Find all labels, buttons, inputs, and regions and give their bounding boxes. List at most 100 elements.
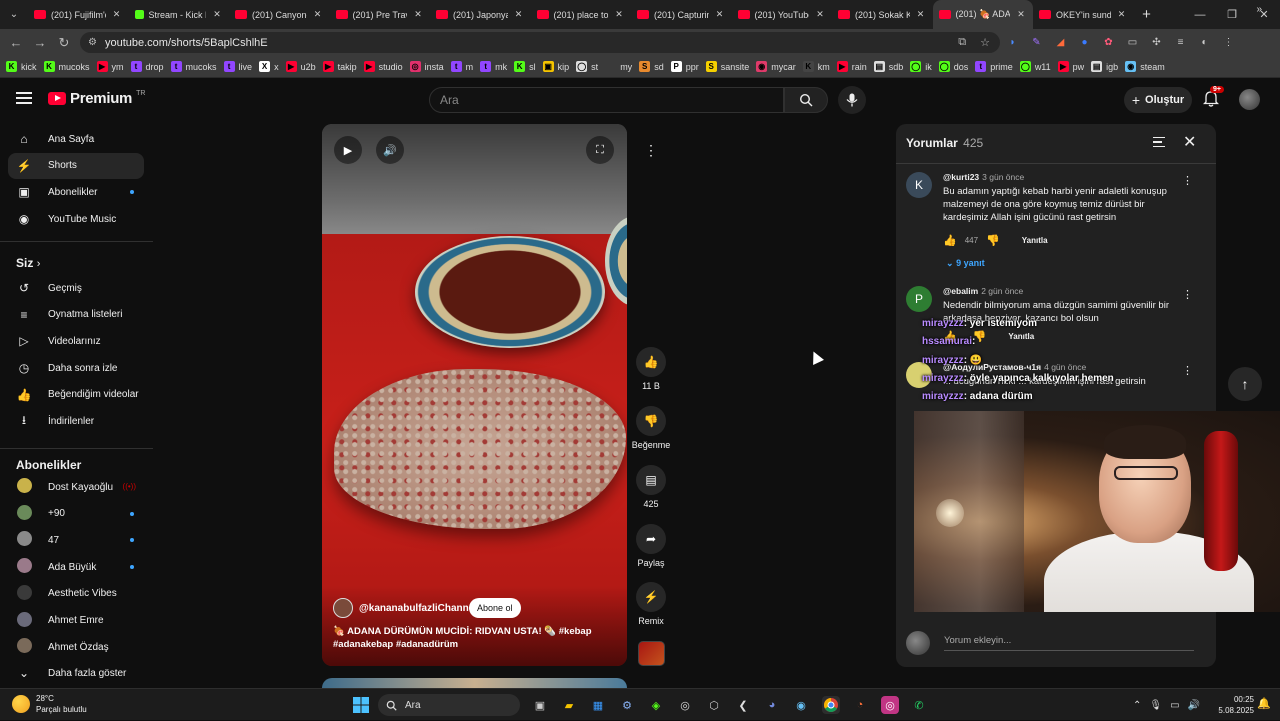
sidebar-item[interactable]: ◷ Daha sonra izle <box>8 355 144 381</box>
sidebar-item[interactable]: ▷ Videolarınız <box>8 328 144 354</box>
comments-button[interactable]: ▤ 425 <box>631 465 671 509</box>
sound-thumbnail[interactable] <box>638 641 665 666</box>
weather-widget[interactable]: 28°C Parçalı bulutlu <box>12 693 87 715</box>
you-section-title[interactable]: Siz › <box>16 256 40 270</box>
close-tab-icon[interactable]: ✕ <box>613 9 625 20</box>
sidebar-item[interactable]: Aesthetic Vibes <box>8 581 144 607</box>
install-app-icon[interactable]: ⧉ <box>958 36 966 49</box>
thumbs-up-icon[interactable]: 👍 <box>943 234 957 247</box>
play-button[interactable]: ▶ <box>334 136 362 164</box>
bookmark-item[interactable]: t live <box>223 61 252 72</box>
bookmark-item[interactable]: ◯ ik <box>910 61 932 72</box>
tab-search-icon[interactable]: ⌄ <box>0 0 28 29</box>
close-tab-icon[interactable]: ✕ <box>312 9 324 20</box>
bookmark-item[interactable]: ▶ ym <box>96 61 124 72</box>
create-button[interactable]: + Oluştur <box>1124 87 1192 113</box>
more-options-icon[interactable]: ⋮ <box>637 136 665 164</box>
extension-icon[interactable]: ✎ <box>1029 35 1044 50</box>
sidebar-item[interactable]: Dost Kayaoğlu ((•)) <box>8 474 144 500</box>
browser-tab[interactable]: (201) YouTube ✕ <box>732 0 833 29</box>
bookmark-star-icon[interactable]: ☆ <box>980 36 990 49</box>
like-button[interactable]: 👍 11 B <box>631 347 671 391</box>
site-info-icon[interactable]: ⚙ <box>88 37 97 48</box>
browser-tab[interactable]: OKEY'in sundu ✕ <box>1033 0 1134 29</box>
view-replies-button[interactable]: ⌄ 9 yanıt <box>946 258 985 269</box>
commenter-avatar[interactable]: K <box>906 172 932 198</box>
extensions-puzzle-icon[interactable]: ✣ <box>1149 35 1164 50</box>
browser-tab[interactable]: (201) Canyone ✕ <box>229 0 330 29</box>
remix-button[interactable]: ⚡ Remix <box>631 582 671 626</box>
app-icon[interactable]: ⬡ <box>705 696 723 714</box>
channel-avatar[interactable] <box>333 598 353 618</box>
bookmark-item[interactable]: ▶ u2b <box>285 61 316 72</box>
extension-icon[interactable]: ◗ <box>1005 35 1020 50</box>
extension-icon[interactable]: ▭ <box>1125 35 1140 50</box>
browser-tab[interactable]: (201) Capturing ✕ <box>631 0 732 29</box>
short-video-player[interactable]: ▶ 🔊 ⛶ @kananabulfazliChannel Abone ol 🍖 … <box>322 124 627 666</box>
browser-tab[interactable]: (201) place to ✕ <box>531 0 632 29</box>
address-bar[interactable]: ⚙ youtube.com/shorts/5BaplCshlhE ⧉ ☆ <box>80 32 1000 53</box>
bookmark-item[interactable]: ◎ insta <box>409 61 444 72</box>
subscribe-button[interactable]: Abone ol <box>469 598 521 618</box>
close-window-icon[interactable]: ✕ <box>1248 0 1280 29</box>
bookmark-item[interactable]: ▶ rain <box>836 61 867 72</box>
search-button[interactable] <box>784 87 828 113</box>
show-more-button[interactable]: ⌄ Daha fazla göster <box>8 660 144 686</box>
settings-icon[interactable]: ⚙ <box>618 696 636 714</box>
browser-menu-icon[interactable]: ⋮ <box>1221 35 1236 50</box>
menu-icon[interactable] <box>16 92 32 104</box>
bookmark-item[interactable]: ◉ steam <box>1125 61 1165 72</box>
bookmark-item[interactable]: t prime <box>975 61 1013 72</box>
bookmark-item[interactable]: ◉ mycar <box>756 61 796 72</box>
close-icon[interactable]: ✕ <box>1183 132 1196 152</box>
bookmark-item[interactable]: ▶ pw <box>1057 61 1084 72</box>
commenter-avatar[interactable]: P <box>906 286 932 312</box>
sidebar-item[interactable]: ⚡ Shorts <box>8 152 144 179</box>
instagram-icon[interactable]: ◎ <box>881 696 899 714</box>
reply-button[interactable]: Yanıtla <box>1022 236 1048 245</box>
file-explorer-icon[interactable]: ▰ <box>560 696 578 714</box>
browser-tab[interactable]: (201) Japonya' ✕ <box>430 0 531 29</box>
extension-icon[interactable]: ● <box>1077 35 1092 50</box>
close-tab-icon[interactable]: ✕ <box>1116 9 1128 20</box>
close-tab-icon[interactable]: ✕ <box>412 9 424 20</box>
bookmark-item[interactable]: ▶ takip <box>322 61 357 72</box>
extension-icon[interactable]: ◢ <box>1053 35 1068 50</box>
browser-tab[interactable]: (201) Fujifilm'da ✕ <box>28 0 129 29</box>
profile-icon[interactable]: ◐ <box>1197 35 1212 50</box>
bookmark-item[interactable]: tm <box>450 61 473 72</box>
task-view-icon[interactable]: ▣ <box>531 696 549 714</box>
sidebar-item[interactable]: 👍 Beğendiğim videolar <box>8 382 144 408</box>
comment-menu-icon[interactable]: ⋮ <box>1182 288 1193 301</box>
network-icon[interactable]: ▭ <box>1170 700 1179 711</box>
youtube-premium-logo[interactable]: Premium TR <box>48 90 145 107</box>
taskbar-search[interactable]: Ara <box>378 694 520 716</box>
bookmark-item[interactable]: Kkick <box>6 61 37 72</box>
bookmark-item[interactable]: ▤ sdb <box>873 61 903 72</box>
sidebar-item[interactable]: ↺ Geçmiş <box>8 275 144 301</box>
bookmark-item[interactable]: Ssansite <box>705 61 749 72</box>
reload-icon[interactable]: ↻ <box>52 35 76 51</box>
channel-name[interactable]: @kananabulfazliChannel <box>359 603 477 614</box>
minimize-icon[interactable]: — <box>1184 0 1216 29</box>
sidebar-item[interactable]: Ahmet Özdaş <box>8 634 144 660</box>
sidebar-item[interactable]: ⌂ Ana Sayfa <box>8 126 144 152</box>
bookmark-item[interactable]: Xx <box>259 61 279 72</box>
close-tab-icon[interactable]: ✕ <box>814 9 826 20</box>
app-icon[interactable]: ❮ <box>734 696 752 714</box>
comment-author[interactable]: @ebalim 2 gün önce <box>943 286 1023 296</box>
bookmark-item[interactable]: Kkm <box>802 61 830 72</box>
bookmark-item[interactable]: ▣ kip <box>542 61 569 72</box>
browser-tab[interactable]: (201) Pre Trave ✕ <box>330 0 431 29</box>
chrome-icon[interactable] <box>822 696 840 714</box>
sort-icon[interactable] <box>1153 137 1165 147</box>
firefox-icon[interactable]: ◔ <box>851 696 869 714</box>
sidebar-item[interactable]: ≡ Oynatma listeleri <box>8 302 144 328</box>
close-tab-icon[interactable]: ✕ <box>111 9 123 20</box>
bookmark-item[interactable]: ◯ w11 <box>1019 61 1051 72</box>
forward-icon[interactable]: → <box>28 35 52 50</box>
close-tab-icon[interactable]: ✕ <box>1015 9 1027 20</box>
notification-center-icon[interactable]: 🔔 <box>1257 697 1271 710</box>
bookmark-item[interactable]: my <box>605 61 632 72</box>
add-comment-input[interactable]: Yorum ekleyin... <box>944 635 1194 651</box>
